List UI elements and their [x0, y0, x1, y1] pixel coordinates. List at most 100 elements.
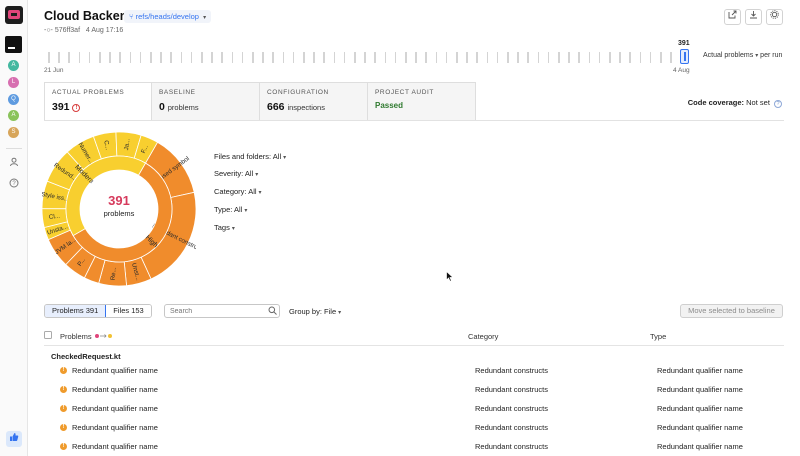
timeline-run-tick[interactable]: [619, 52, 621, 63]
timeline-run-tick[interactable]: [231, 52, 234, 63]
avatar[interactable]: A: [8, 60, 19, 71]
settings-button[interactable]: [766, 9, 783, 25]
timeline-run-tick[interactable]: [109, 52, 111, 63]
timeline-run-tick[interactable]: [609, 52, 611, 63]
timeline-run-tick[interactable]: [649, 52, 652, 63]
timeline-run-tick[interactable]: [190, 52, 193, 63]
timeline-run-tick[interactable]: [496, 52, 499, 63]
filter-severity[interactable]: Severity: All ▾: [214, 169, 258, 178]
table-row[interactable]: ! Redundant qualifier name Redundant const…: [44, 401, 784, 419]
app-logo-icon[interactable]: [5, 6, 23, 24]
timeline-run-tick[interactable]: [558, 52, 560, 63]
timeline-run-tick[interactable]: [211, 52, 213, 63]
table-row[interactable]: ! Redundant qualifier name Redundant const…: [44, 363, 784, 381]
timeline-run-tick[interactable]: [415, 52, 417, 63]
problems-view-button[interactable]: Problems 391: [44, 305, 108, 317]
search-input[interactable]: [164, 304, 280, 318]
timeline-run-tick[interactable]: [170, 52, 172, 63]
timeline-run-tick[interactable]: [435, 52, 438, 63]
timeline-run-tick[interactable]: [313, 52, 315, 63]
timeline-run-tick[interactable]: [598, 52, 601, 63]
timeline-run-tick[interactable]: [374, 52, 376, 63]
filter-files-folders[interactable]: Files and folders: All ▾: [214, 152, 286, 161]
timeline-run-tick[interactable]: [99, 52, 101, 63]
help-icon[interactable]: ?: [8, 178, 20, 190]
timeline-run-tick[interactable]: [180, 52, 183, 63]
user-icon[interactable]: [8, 157, 20, 169]
timeline-run-tick[interactable]: [139, 52, 142, 63]
feedback-thumbs-up-icon[interactable]: [6, 431, 22, 447]
timeline-run-tick[interactable]: [629, 52, 631, 63]
timeline-run-tick[interactable]: [252, 52, 254, 63]
timeline-run-tick[interactable]: [507, 52, 509, 63]
runs-timeline[interactable]: [44, 50, 694, 64]
timeline-run-tick[interactable]: [119, 52, 121, 63]
timeline-run-tick[interactable]: [262, 52, 264, 63]
timeline-metric-selector[interactable]: Actual problems ▾ per run: [703, 52, 782, 59]
timeline-run-tick[interactable]: [58, 52, 60, 63]
timeline-run-tick[interactable]: [88, 52, 91, 63]
timeline-run-tick[interactable]: [425, 52, 427, 63]
timeline-run-tick[interactable]: [48, 52, 50, 63]
timeline-run-tick[interactable]: [343, 52, 346, 63]
avatar[interactable]: L: [8, 77, 19, 88]
table-row[interactable]: ! Redundant qualifier name Redundant const…: [44, 439, 784, 456]
timeline-run-tick[interactable]: [445, 52, 448, 63]
timeline-run-tick[interactable]: [292, 52, 295, 63]
avatar[interactable]: Q: [8, 94, 19, 105]
move-to-baseline-button[interactable]: Move selected to baseline: [680, 304, 783, 318]
column-type[interactable]: Type: [650, 332, 666, 341]
commit-hash[interactable]: 576ff3af: [55, 27, 80, 34]
timeline-run-tick[interactable]: [466, 52, 468, 63]
timeline-run-tick[interactable]: [456, 52, 458, 63]
tab-configuration[interactable]: CONFIGURATION 666 inspections: [260, 82, 368, 121]
timeline-run-tick[interactable]: [405, 52, 407, 63]
timeline-run-tick[interactable]: [394, 52, 397, 63]
timeline-run-tick[interactable]: [547, 52, 550, 63]
timeline-run-tick[interactable]: [282, 52, 285, 63]
column-category[interactable]: Category: [468, 332, 498, 341]
timeline-run-tick[interactable]: [201, 52, 203, 63]
timeline-run-tick[interactable]: [486, 52, 489, 63]
timeline-run-tick[interactable]: [303, 52, 305, 63]
files-view-button[interactable]: Files 153: [106, 305, 151, 317]
timeline-run-tick[interactable]: [527, 52, 529, 63]
open-external-button[interactable]: [724, 9, 741, 25]
select-all-checkbox[interactable]: [44, 331, 52, 339]
branch-selector[interactable]: ⑂ refs/heads/develop ▾: [124, 10, 212, 23]
timeline-run-tick[interactable]: [588, 52, 591, 63]
timeline-current-run[interactable]: [680, 49, 689, 64]
timeline-run-tick[interactable]: [639, 52, 642, 63]
filter-tags[interactable]: Tags ▾: [214, 223, 235, 232]
timeline-run-tick[interactable]: [150, 52, 152, 63]
tab-baseline[interactable]: BASELINE 0 problems: [152, 82, 260, 121]
timeline-run-tick[interactable]: [476, 52, 478, 63]
timeline-run-tick[interactable]: [78, 52, 81, 63]
timeline-run-tick[interactable]: [272, 52, 274, 63]
group-by-selector[interactable]: Group by: File ▾: [289, 307, 341, 316]
project-icon[interactable]: [5, 36, 22, 53]
download-button[interactable]: [745, 9, 762, 25]
tab-actual-problems[interactable]: ACTUAL PROBLEMS 391 !: [44, 82, 152, 121]
table-row[interactable]: ! Redundant qualifier name Redundant const…: [44, 382, 784, 400]
timeline-run-tick[interactable]: [568, 52, 570, 63]
column-problems[interactable]: Problems: [60, 332, 114, 341]
timeline-run-tick[interactable]: [333, 52, 336, 63]
timeline-run-tick[interactable]: [354, 52, 356, 63]
timeline-run-tick[interactable]: [221, 52, 223, 63]
timeline-run-tick[interactable]: [241, 52, 244, 63]
timeline-run-tick[interactable]: [384, 52, 387, 63]
timeline-run-tick[interactable]: [323, 52, 325, 63]
table-row[interactable]: ! Redundant qualifier name Redundant const…: [44, 420, 784, 438]
filter-type[interactable]: Type: All ▾: [214, 205, 247, 214]
filter-category[interactable]: Category: All ▾: [214, 187, 262, 196]
timeline-run-tick[interactable]: [537, 52, 540, 63]
timeline-run-tick[interactable]: [160, 52, 162, 63]
info-icon[interactable]: ?: [774, 100, 782, 108]
tab-project-audit[interactable]: PROJECT AUDIT Passed: [368, 82, 476, 121]
avatar[interactable]: S: [8, 127, 19, 138]
file-group-name[interactable]: CheckedRequest.kt: [51, 352, 121, 361]
timeline-run-tick[interactable]: [660, 52, 662, 63]
avatar[interactable]: A: [8, 110, 19, 121]
timeline-run-tick[interactable]: [670, 52, 672, 63]
